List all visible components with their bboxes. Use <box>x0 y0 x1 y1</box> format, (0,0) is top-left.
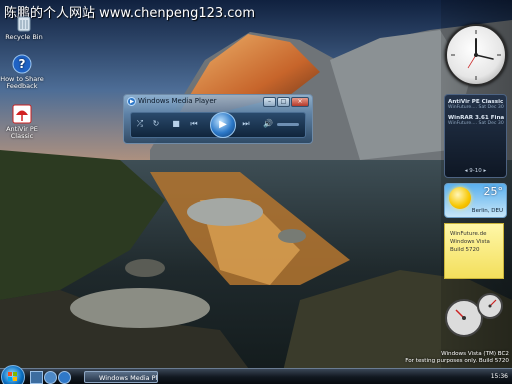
weather-temperature: 25° <box>483 185 504 198</box>
show-desktop-icon[interactable] <box>30 371 43 384</box>
system-tray: 15:36 <box>452 370 512 384</box>
minimize-button[interactable]: – <box>263 97 276 107</box>
sticky-note-gadget[interactable]: WinFuture.de Windows Vista Build 5720 <box>444 223 504 279</box>
share-feedback-label: How to Share Feedback <box>0 75 44 90</box>
antivir-label: AntiVir PE Classic <box>6 125 38 140</box>
media-player-title: Windows Media Player <box>138 97 217 105</box>
note-line: Build 5720 <box>450 247 480 253</box>
recycle-bin-shortcut[interactable]: Recycle Bin <box>2 14 46 41</box>
windows-logo-icon <box>8 372 17 381</box>
antivir-shortcut[interactable]: AntiVir PE Classic <box>0 104 44 140</box>
svg-text:?: ? <box>19 57 26 71</box>
help-question-icon: ? <box>12 54 32 74</box>
feed-item[interactable]: AntiVir PE Classic 7... WinFuture.... Sa… <box>448 99 504 110</box>
desktop: 陈鹏的个人网站 www.chenpeng123.com Recycle Bin … <box>0 0 512 384</box>
os-build-watermark: Windows Vista (TM) BC2 For testing purpo… <box>405 351 509 365</box>
media-player-window[interactable]: Windows Media Player – □ × ⤮ ↻ ■ ⏮ ▶ ⏭ 🔊 <box>123 94 313 144</box>
cpu-meter-gadget[interactable] <box>444 290 506 338</box>
recycle-bin-label: Recycle Bin <box>5 33 43 41</box>
taskbar-media-player-button[interactable]: Windows Media Pla... <box>84 371 158 383</box>
feed-item[interactable]: WinRAR 3.61 Final -... WinFuture.... Sat… <box>448 115 504 126</box>
close-button[interactable]: × <box>291 97 309 107</box>
taskbar: Windows Media Pla... 15:36 <box>0 365 512 384</box>
maximize-button[interactable]: □ <box>277 97 290 107</box>
volume-slider[interactable] <box>277 123 299 126</box>
next-arrow-icon[interactable]: ▸ <box>483 168 486 174</box>
feed-source: WinFuture.... Sat Dec 30 <box>448 121 504 126</box>
tray-clock[interactable]: 15:36 <box>491 373 508 380</box>
feed-headlines-gadget[interactable]: AntiVir PE Classic 7... WinFuture.... Sa… <box>444 94 507 178</box>
share-feedback-shortcut[interactable]: ? How to Share Feedback <box>0 54 44 90</box>
next-icon[interactable]: ⏭ <box>239 117 253 131</box>
media-player-icon <box>127 97 136 106</box>
repeat-icon[interactable]: ↻ <box>149 117 163 131</box>
note-line: WinFuture.de <box>450 231 487 237</box>
feed-source: WinFuture.... Sat Dec 30 <box>448 105 504 110</box>
os-build-line: Windows Vista (TM) BC2 <box>441 351 509 357</box>
sun-icon <box>449 187 471 209</box>
antivir-umbrella-icon <box>12 104 32 124</box>
internet-explorer-icon[interactable] <box>44 371 57 384</box>
window-controls: – □ × <box>263 97 309 107</box>
recycle-bin-icon <box>17 16 31 32</box>
volume-icon[interactable]: 🔊 <box>261 117 275 131</box>
clock-gadget[interactable] <box>445 24 507 86</box>
os-build-line: For testing purposes only. Build 5720 <box>405 358 509 364</box>
media-player-quicklaunch-icon[interactable] <box>58 371 71 384</box>
note-line: Windows Vista <box>450 239 490 245</box>
feed-pager[interactable]: ◂ 9-10 ▸ <box>445 168 506 174</box>
clock-face <box>451 30 501 80</box>
wallpaper <box>0 0 512 384</box>
stop-icon[interactable]: ■ <box>169 117 183 131</box>
shuffle-icon[interactable]: ⤮ <box>133 117 147 131</box>
play-button[interactable]: ▶ <box>210 112 236 138</box>
feed-page-indicator: 9-10 <box>469 168 482 174</box>
weather-gadget[interactable]: 25° Berlin, DEU <box>444 183 507 218</box>
playback-controls: ⤮ ↻ ■ ⏮ ▶ ⏭ 🔊 <box>130 112 306 138</box>
weather-city: Berlin, DEU <box>471 208 503 214</box>
previous-icon[interactable]: ⏮ <box>187 117 201 131</box>
start-button[interactable] <box>1 365 25 384</box>
